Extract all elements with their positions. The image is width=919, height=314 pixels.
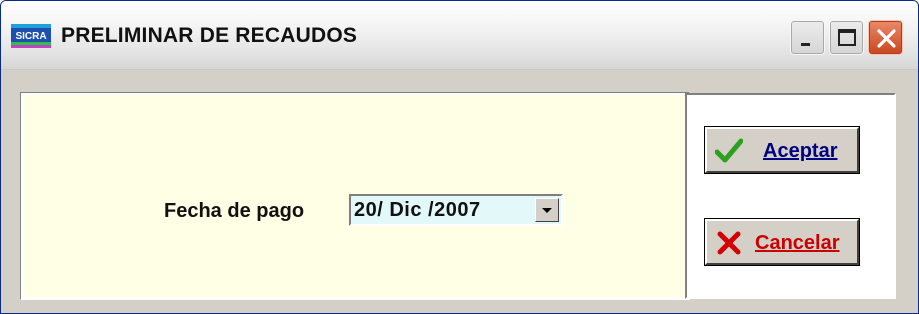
aceptar-label: Aceptar [763,140,838,162]
maximize-button[interactable] [829,20,864,55]
cancelar-label: Cancelar [755,232,840,254]
close-button[interactable] [868,20,903,55]
minimize-button[interactable] [790,20,825,55]
checkmark-icon [715,138,743,163]
close-icon [877,29,896,48]
dialog-window: SICRA PRELIMINAR DE RECAUDOS Fecha de pa… [0,0,919,314]
date-value[interactable]: 20/ Dic /2007 [354,198,481,222]
chevron-down-icon [542,208,552,213]
minimize-icon [801,43,810,46]
x-mark-icon [717,231,741,255]
form-panel: Fecha de pago 20/ Dic /2007 [20,92,690,300]
fecha-de-pago-date-picker[interactable]: 20/ Dic /2007 [349,194,563,226]
fecha-de-pago-label: Fecha de pago [164,200,305,222]
maximize-icon [838,29,856,46]
window-title: PRELIMINAR DE RECAUDOS [61,24,358,47]
actions-panel [685,93,896,299]
date-dropdown-button[interactable] [535,198,559,222]
title-bar[interactable]: SICRA PRELIMINAR DE RECAUDOS [1,1,918,70]
aceptar-button[interactable]: Aceptar [705,127,859,173]
cancelar-button[interactable]: Cancelar [705,219,859,265]
sicra-app-icon: SICRA [11,24,51,48]
dialog-body: Fecha de pago 20/ Dic /2007 [9,75,910,311]
svg-text:SICRA: SICRA [15,31,46,42]
